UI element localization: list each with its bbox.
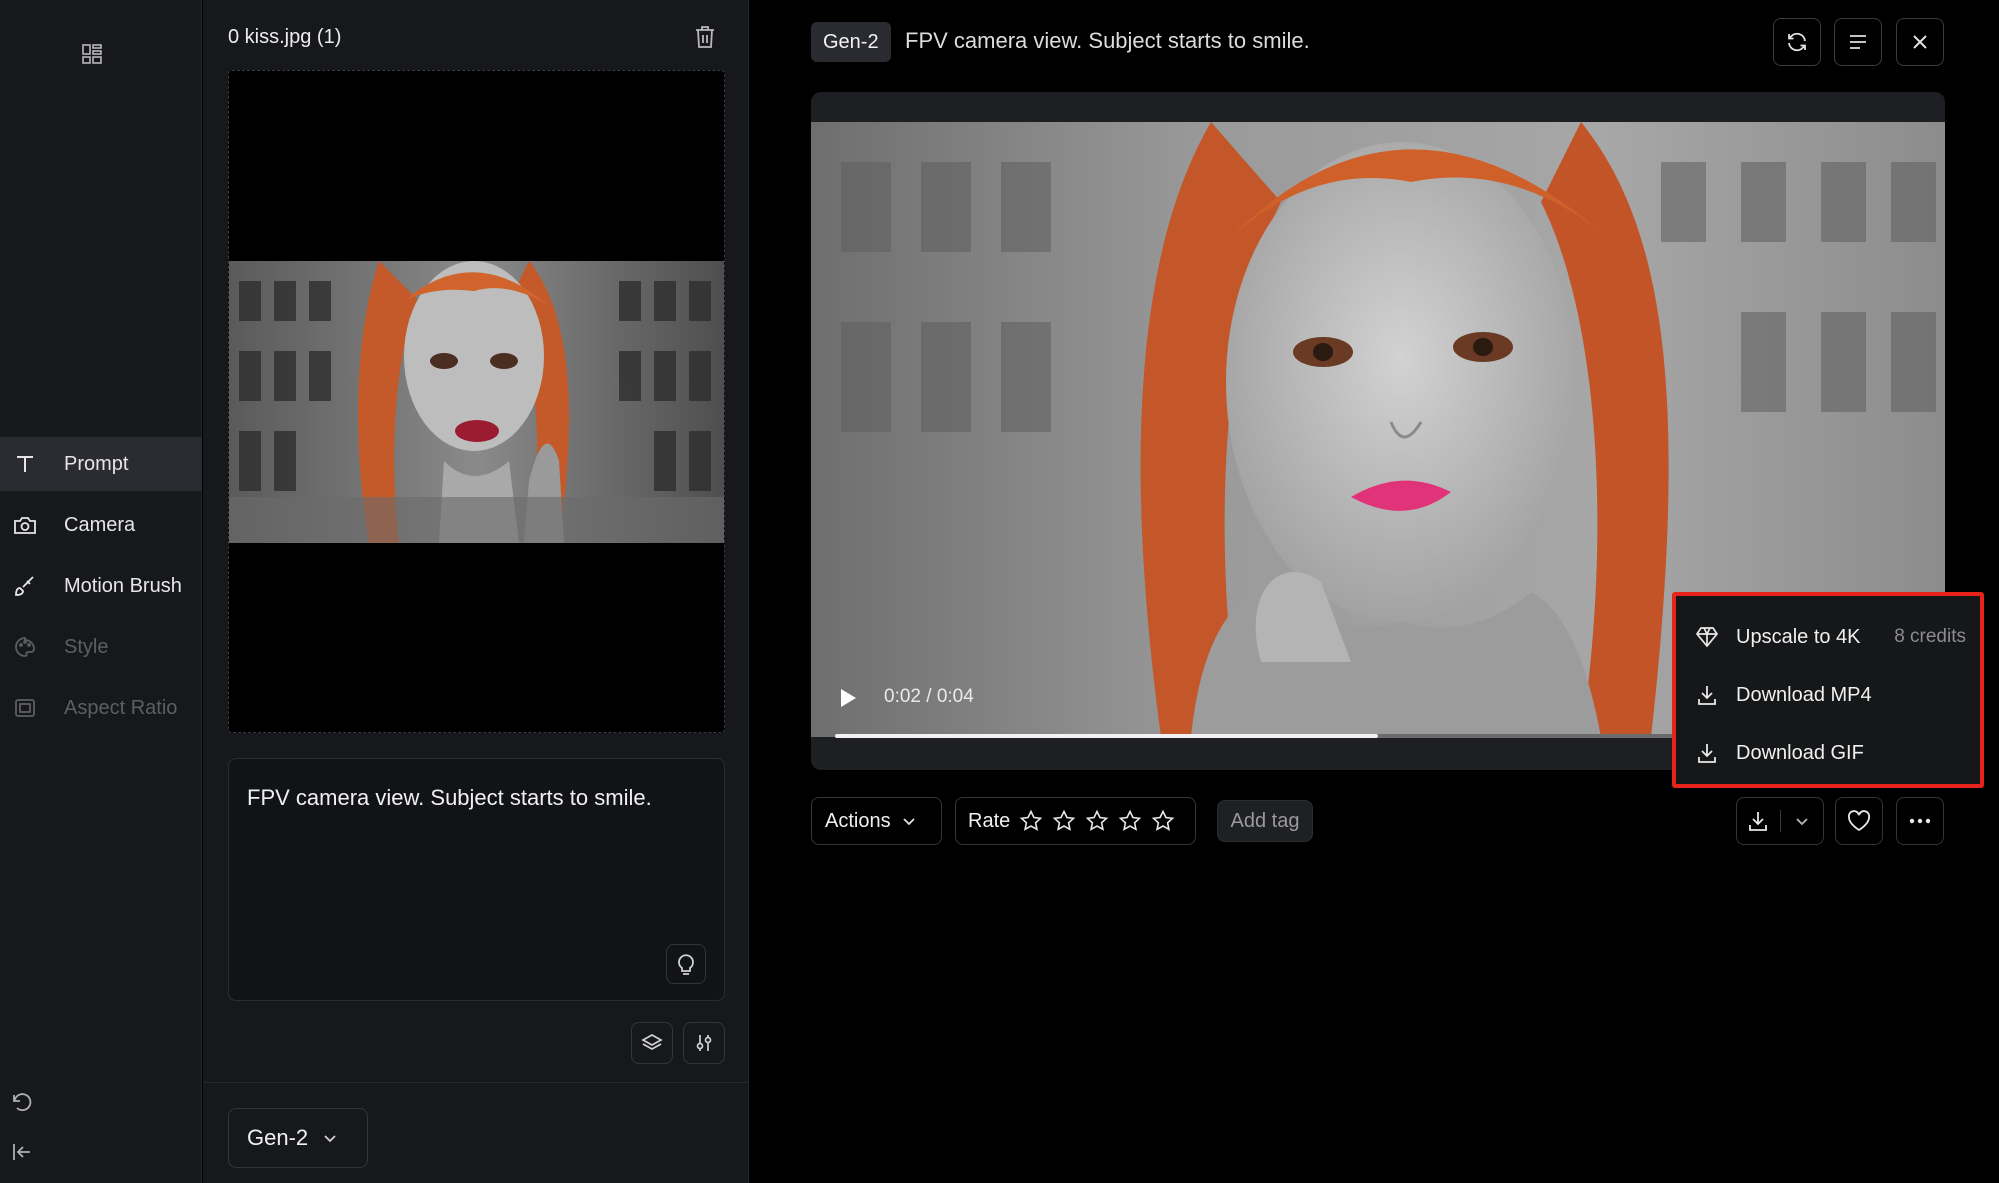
- rate-label: Rate: [968, 809, 1011, 832]
- dashboard-grid-icon[interactable]: [78, 40, 106, 68]
- lightbulb-icon[interactable]: [666, 944, 706, 984]
- actions-dropdown[interactable]: Actions: [811, 797, 942, 845]
- refresh-icon[interactable]: [1773, 18, 1821, 66]
- menu-item-download-mp4[interactable]: Download MP4: [1694, 680, 1872, 710]
- download-icon: [1694, 740, 1720, 766]
- file-name: 0 kiss.jpg (1): [228, 26, 342, 48]
- model-select[interactable]: Gen-2: [228, 1108, 368, 1168]
- prompt-textarea[interactable]: FPV camera view. Subject starts to smile…: [228, 758, 725, 1001]
- camera-icon: [12, 512, 38, 538]
- layers-icon[interactable]: [631, 1022, 673, 1064]
- text-icon: [12, 451, 38, 477]
- input-image: [229, 261, 724, 543]
- download-split-button: [1736, 797, 1824, 845]
- star-icon[interactable]: [1019, 809, 1043, 833]
- chevron-down-icon: [901, 813, 917, 829]
- menu-item-upscale[interactable]: Upscale to 4K: [1694, 622, 1861, 652]
- menu-item-label: Upscale to 4K: [1736, 625, 1861, 648]
- chevron-down-icon: [322, 1130, 338, 1146]
- aspect-icon: [12, 695, 38, 721]
- page-title: FPV camera view. Subject starts to smile…: [905, 28, 1310, 53]
- image-dropzone[interactable]: [228, 70, 725, 733]
- details-menu-icon[interactable]: [1834, 18, 1882, 66]
- divider: [203, 1082, 749, 1083]
- sidebar-item-motion-brush[interactable]: Motion Brush: [0, 559, 202, 613]
- model-select-value: Gen-2: [247, 1125, 309, 1150]
- input-panel: 0 kiss.jpg (1) FPV camera view. Subject …: [203, 0, 749, 1183]
- download-icon: [1694, 682, 1720, 708]
- menu-item-download-gif[interactable]: Download GIF: [1694, 738, 1864, 768]
- more-options-icon[interactable]: [1896, 797, 1944, 845]
- add-tag-button[interactable]: Add tag: [1217, 800, 1313, 842]
- model-badge: Gen-2: [811, 22, 891, 62]
- left-sidebar: Prompt Camera Motion Brush Style Aspect …: [0, 0, 202, 1183]
- download-icon[interactable]: [1737, 798, 1780, 844]
- brush-icon: [12, 573, 38, 599]
- sidebar-item-prompt[interactable]: Prompt: [0, 437, 202, 491]
- undo-icon[interactable]: [8, 1088, 36, 1116]
- star-icon[interactable]: [1085, 809, 1109, 833]
- settings-sliders-icon[interactable]: [683, 1022, 725, 1064]
- credits-cost: 8 credits: [1894, 626, 1966, 647]
- sidebar-item-camera[interactable]: Camera: [0, 498, 202, 552]
- video-progress-fill: [835, 734, 1378, 738]
- sidebar-item-style[interactable]: Style: [0, 620, 202, 674]
- sidebar-item-label: Style: [64, 635, 109, 658]
- sidebar-item-label: Aspect Ratio: [64, 696, 178, 719]
- heart-icon[interactable]: [1835, 797, 1883, 845]
- download-menu: Upscale to 4K 8 credits Download MP4 Dow…: [1672, 592, 1984, 788]
- close-icon[interactable]: [1896, 18, 1944, 66]
- prompt-text: FPV camera view. Subject starts to smile…: [247, 785, 652, 810]
- star-icon[interactable]: [1118, 809, 1142, 833]
- actions-label: Actions: [825, 809, 891, 832]
- sidebar-item-label: Motion Brush: [64, 574, 182, 597]
- palette-icon: [12, 634, 38, 660]
- trash-icon[interactable]: [693, 24, 719, 50]
- star-icon[interactable]: [1052, 809, 1076, 833]
- chevron-down-icon[interactable]: [1780, 798, 1823, 844]
- rating-control: Rate: [955, 797, 1196, 845]
- menu-item-label: Download MP4: [1736, 683, 1872, 706]
- sidebar-item-label: Camera: [64, 513, 136, 536]
- video-time: 0:02 / 0:04: [884, 686, 974, 707]
- collapse-sidebar-icon[interactable]: [8, 1138, 36, 1166]
- diamond-icon: [1694, 624, 1720, 650]
- sidebar-item-aspect-ratio[interactable]: Aspect Ratio: [0, 681, 202, 735]
- sidebar-item-label: Prompt: [64, 452, 129, 475]
- menu-item-label: Download GIF: [1736, 741, 1864, 764]
- play-icon[interactable]: [839, 688, 857, 708]
- star-icon[interactable]: [1151, 809, 1175, 833]
